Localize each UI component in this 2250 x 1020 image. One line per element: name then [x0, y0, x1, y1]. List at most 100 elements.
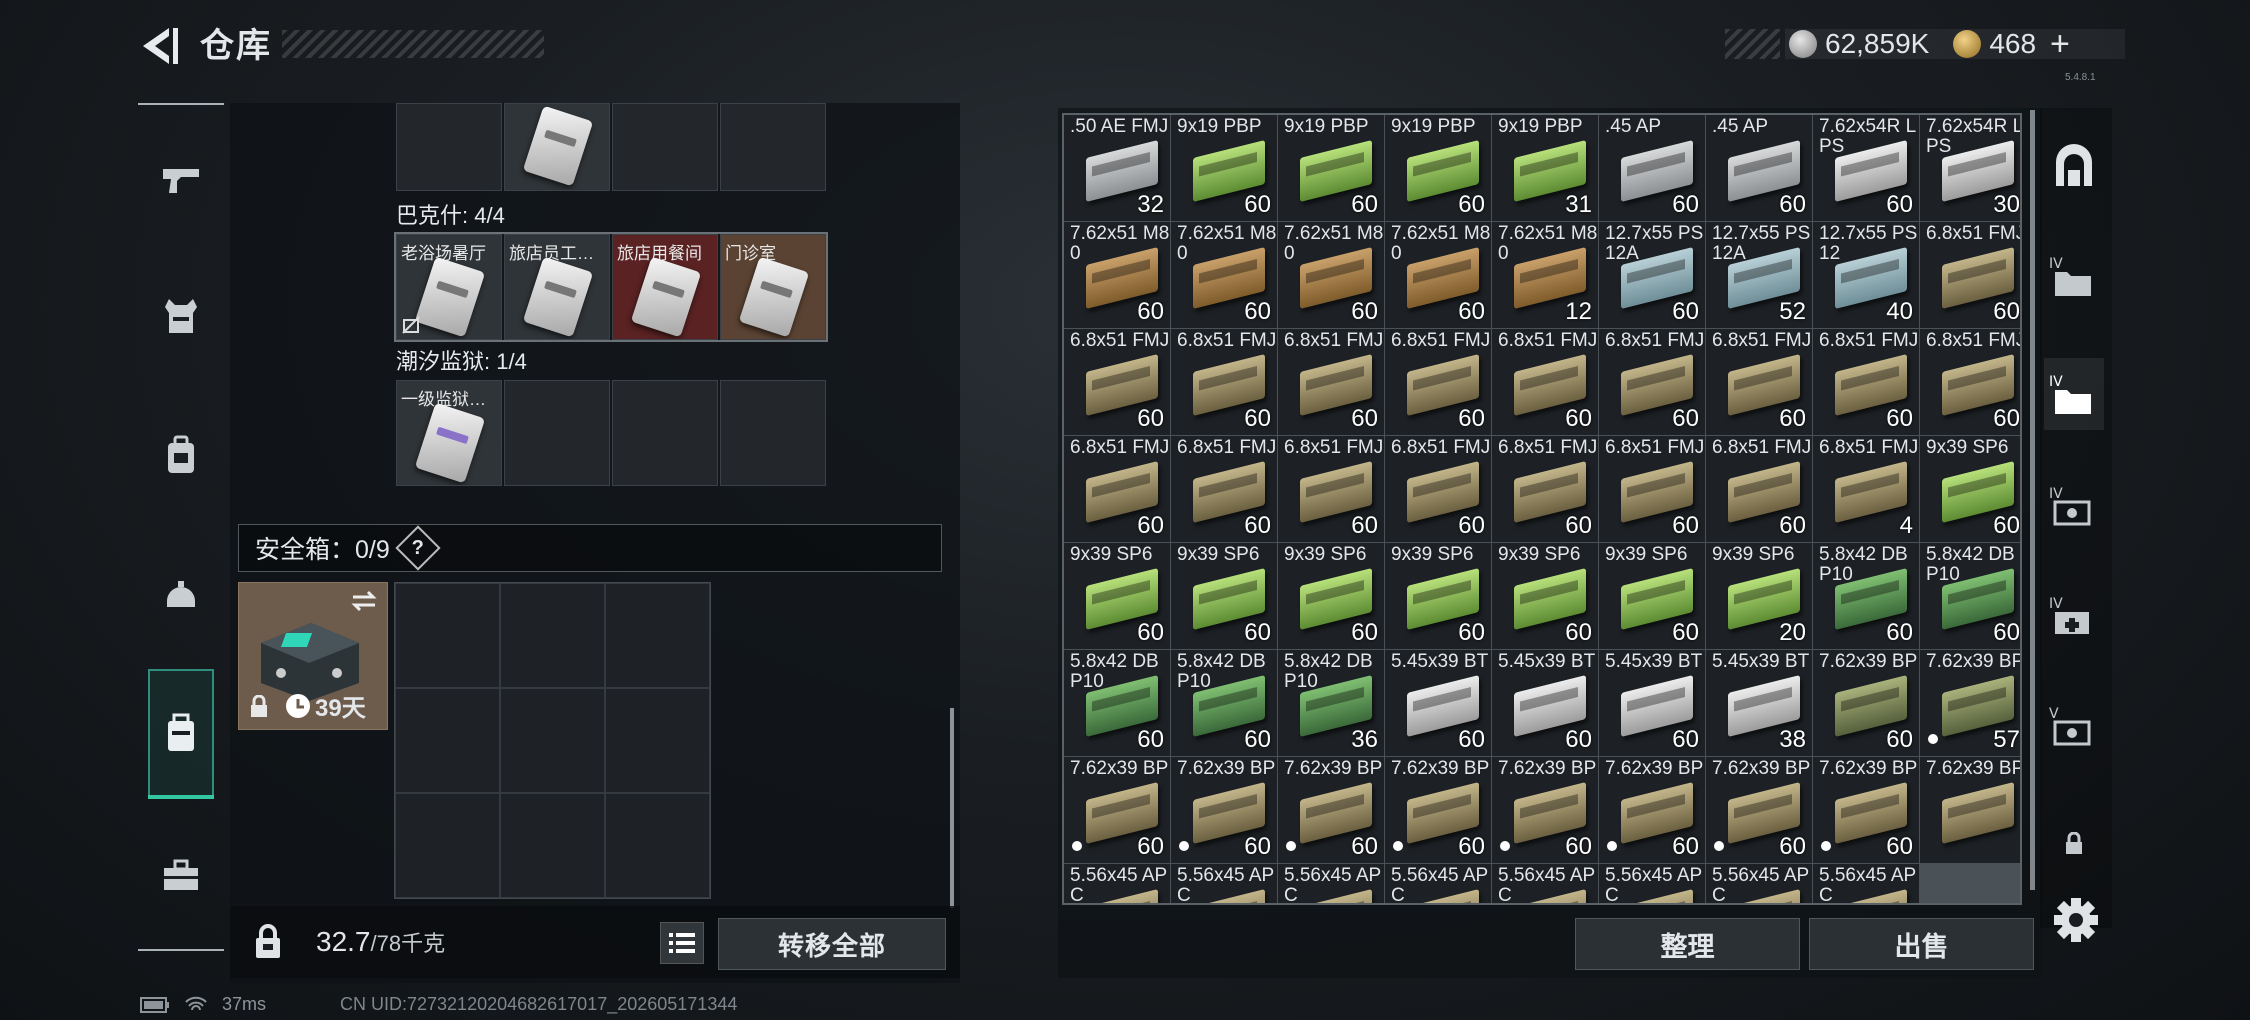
safe-slot[interactable]: [500, 583, 605, 688]
ammo-item[interactable]: 9x19 PBP 60: [1278, 115, 1384, 221]
ammo-item[interactable]: 6.8x51 FMJ 60: [1278, 329, 1384, 435]
key-card-item[interactable]: 门诊室: [720, 234, 826, 340]
ammo-item[interactable]: 6.8x51 FMJ 60: [1171, 329, 1277, 435]
ammo-item[interactable]: 6.8x51 FMJ 60: [1171, 436, 1277, 542]
nav-backpack[interactable]: [138, 395, 224, 515]
ammo-item[interactable]: 12.7x55 PS12A 60: [1599, 222, 1705, 328]
tab-warehouse-4a[interactable]: IV: [2044, 240, 2104, 312]
slot-empty[interactable]: [720, 103, 826, 191]
slot-empty[interactable]: [612, 380, 718, 486]
ammo-item[interactable]: 6.8x51 FMJ 60: [1706, 436, 1812, 542]
transfer-all-button[interactable]: 转移全部: [718, 918, 946, 970]
lock-button[interactable]: [240, 912, 296, 972]
ammo-item[interactable]: 5.56x45 APC: [1706, 864, 1812, 903]
ammo-item[interactable]: 9x39 SP6 20: [1706, 543, 1812, 649]
ammo-item[interactable]: 9x39 SP6 60: [1171, 543, 1277, 649]
ammo-item[interactable]: 5.56x45 APC: [1492, 864, 1598, 903]
safe-slot[interactable]: [395, 583, 500, 688]
ammo-item[interactable]: 7.62x39 BP 60: [1385, 757, 1491, 863]
ammo-item[interactable]: 9x19 PBP 60: [1171, 115, 1277, 221]
nav-toolbox[interactable]: [138, 815, 224, 935]
right-scrollbar[interactable]: [2030, 110, 2035, 890]
ammo-item[interactable]: 9x19 PBP 31: [1492, 115, 1598, 221]
safe-slot[interactable]: [605, 688, 710, 793]
ammo-item[interactable]: 6.8x51 FMJ 60: [1385, 329, 1491, 435]
ammo-item[interactable]: 7.62x39 BP 60: [1813, 650, 1919, 756]
tab-warehouse-4d[interactable]: IV: [2044, 580, 2104, 652]
ammo-item[interactable]: 7.62x51 M80 60: [1171, 222, 1277, 328]
nav-helmet[interactable]: [138, 533, 224, 653]
ammo-item[interactable]: 7.62x51 M80 60: [1385, 222, 1491, 328]
ammo-item[interactable]: 5.56x45 APC: [1599, 864, 1705, 903]
slot-empty[interactable]: [396, 103, 502, 191]
ammo-item[interactable]: 6.8x51 FMJ 60: [1706, 329, 1812, 435]
ammo-item[interactable]: 7.62x54R LPS 30: [1920, 115, 2020, 221]
key-card-item[interactable]: 老浴场暑厅: [396, 234, 502, 340]
ammo-item[interactable]: 6.8x51 FMJ 60: [1385, 436, 1491, 542]
tab-locked[interactable]: [2044, 808, 2104, 880]
ammo-item[interactable]: 7.62x39 BP 60: [1171, 757, 1277, 863]
ammo-item[interactable]: 5.56x45 APC: [1813, 864, 1919, 903]
list-view-button[interactable]: [660, 922, 704, 964]
ammo-item[interactable]: 12.7x55 PS12 40: [1813, 222, 1919, 328]
ammo-item[interactable]: 9x39 SP6 60: [1492, 543, 1598, 649]
key-card-item[interactable]: 旅店用餐间: [612, 234, 718, 340]
ammo-item[interactable]: 5.8x42 DBP10 36: [1278, 650, 1384, 756]
ammo-item[interactable]: 7.62x39 BP 60: [1599, 757, 1705, 863]
ammo-item[interactable]: 7.62x39 BP 60: [1064, 757, 1170, 863]
ammo-item[interactable]: 6.8x51 FMJ 60: [1492, 436, 1598, 542]
left-scrollbar[interactable]: [950, 708, 954, 908]
ammo-item[interactable]: 6.8x51 FMJ 60: [1813, 329, 1919, 435]
slot-empty[interactable]: [720, 380, 826, 486]
safe-slot[interactable]: [395, 793, 500, 898]
ammo-item[interactable]: 5.45x39 BT 60: [1385, 650, 1491, 756]
ammo-item[interactable]: 7.62x51 M80 12: [1492, 222, 1598, 328]
slot-empty[interactable]: [504, 380, 610, 486]
ammo-item[interactable]: 9x39 SP6 60: [1385, 543, 1491, 649]
safe-slot[interactable]: [500, 688, 605, 793]
nav-weapons[interactable]: [138, 121, 224, 241]
ammo-item[interactable]: 6.8x51 FMJ 60: [1920, 222, 2020, 328]
safe-box-item[interactable]: 39天: [238, 582, 388, 730]
ammo-item[interactable]: 5.45x39 BT 60: [1492, 650, 1598, 756]
ammo-item[interactable]: 5.56x45 APC: [1064, 864, 1170, 903]
ammo-item[interactable]: 5.45x39 BT 60: [1599, 650, 1705, 756]
ammo-item[interactable]: 7.62x39 BP 57: [1920, 650, 2020, 756]
add-currency-button[interactable]: +: [2050, 27, 2070, 61]
ammo-item[interactable]: 5.45x39 BT 38: [1706, 650, 1812, 756]
ammo-item[interactable]: 9x19 PBP 60: [1385, 115, 1491, 221]
safe-slot[interactable]: [395, 688, 500, 793]
ammo-item[interactable]: 6.8x51 FMJ 60: [1599, 436, 1705, 542]
key-card-item[interactable]: [504, 103, 610, 191]
ammo-item[interactable]: 7.62x51 M80 60: [1278, 222, 1384, 328]
swap-icon[interactable]: [349, 589, 379, 613]
slot-empty[interactable]: [612, 103, 718, 191]
ammo-item[interactable]: 7.62x39 BP: [1920, 757, 2020, 863]
back-arrow-icon[interactable]: [135, 22, 183, 70]
ammo-item[interactable]: 5.8x42 DBP10 60: [1171, 650, 1277, 756]
ammo-item[interactable]: 7.62x39 BP 60: [1278, 757, 1384, 863]
ammo-item[interactable]: 7.62x39 BP 60: [1706, 757, 1812, 863]
safe-slot[interactable]: [605, 793, 710, 898]
nav-container[interactable]: [148, 669, 214, 799]
key-card-item[interactable]: 旅店员工…: [504, 234, 610, 340]
tab-warehouse-4b[interactable]: IV: [2044, 358, 2104, 430]
ammo-item[interactable]: 6.8x51 FMJ 60: [1920, 329, 2020, 435]
sell-button[interactable]: 出售: [1809, 918, 2034, 970]
ammo-item[interactable]: 5.8x42 DBP10 60: [1920, 543, 2020, 649]
key-card-item[interactable]: 一级监狱…: [396, 380, 502, 486]
safe-slot[interactable]: [500, 793, 605, 898]
safe-slot[interactable]: [605, 583, 710, 688]
tab-warehouse-5[interactable]: V: [2044, 690, 2104, 762]
ammo-item[interactable]: 5.56x45 APC: [1385, 864, 1491, 903]
ammo-item[interactable]: 9x39 SP6 60: [1920, 436, 2020, 542]
ammo-item[interactable]: 7.62x39 BP 60: [1813, 757, 1919, 863]
ammo-item[interactable]: 9x39 SP6 60: [1278, 543, 1384, 649]
ammo-item[interactable]: 6.8x51 FMJ 60: [1064, 436, 1170, 542]
ammo-item[interactable]: 5.56x45 APC: [1171, 864, 1277, 903]
ammo-item[interactable]: 6.8x51 FMJ 60: [1064, 329, 1170, 435]
ammo-item[interactable]: .45 AP 60: [1706, 115, 1812, 221]
ammo-item[interactable]: .50 AE FMJ 32: [1064, 115, 1170, 221]
ammo-item[interactable]: 7.62x54R LPS 60: [1813, 115, 1919, 221]
ammo-item[interactable]: 9x39 SP6 60: [1064, 543, 1170, 649]
